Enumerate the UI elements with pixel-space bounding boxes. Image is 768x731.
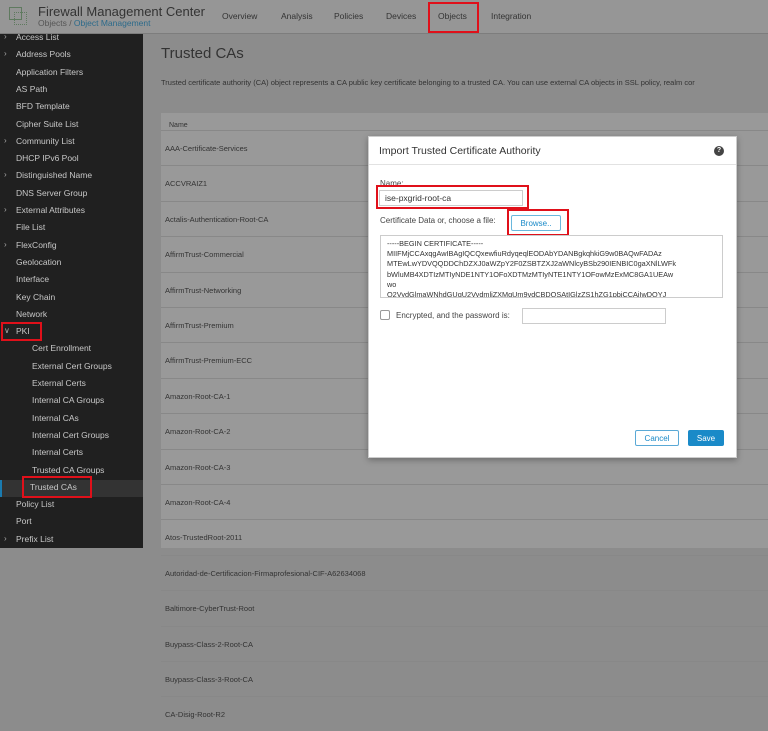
- cert-line: MTEwLwYDVQQDDChDZXJ0aWZpY2F0ZSBTZXJ2aWNl…: [387, 259, 676, 269]
- table-row[interactable]: Buypass-Class-3-Root-CA: [161, 661, 768, 696]
- table-row[interactable]: Baltimore-CyberTrust-Root: [161, 590, 768, 625]
- chevron-right-icon[interactable]: ›: [4, 240, 7, 249]
- highlight-box: [22, 475, 92, 498]
- sidebar-item[interactable]: Internal Cert Groups: [32, 430, 109, 440]
- sidebar-item[interactable]: Network: [16, 309, 47, 319]
- highlight-box: [1, 322, 42, 342]
- highlight-box: [428, 2, 479, 33]
- breadcrumb-separator: /: [66, 18, 74, 28]
- encrypted-checkbox[interactable]: [380, 310, 390, 320]
- sidebar-item[interactable]: Address Pools: [16, 49, 71, 59]
- import-trusted-ca-dialog: Import Trusted Certificate Authority ? N…: [368, 136, 737, 458]
- sidebar-item[interactable]: Community List: [16, 136, 75, 146]
- page-title: Trusted CAs: [161, 45, 244, 62]
- sidebar-item[interactable]: FlexConfig: [16, 240, 57, 250]
- page-description: Trusted certificate authority (CA) objec…: [161, 78, 695, 87]
- breadcrumb: Objects / Object Management: [38, 18, 150, 28]
- sidebar-item[interactable]: Interface: [16, 274, 49, 284]
- fmc-logo-icon: [9, 7, 29, 27]
- table-row[interactable]: Amazon-Root-CA-4: [161, 484, 768, 519]
- sidebar-item[interactable]: AS Path: [16, 84, 47, 94]
- table-row[interactable]: Buypass-Class-2-Root-CA: [161, 625, 768, 661]
- nav-analysis[interactable]: Analysis: [281, 11, 313, 21]
- sidebar-item[interactable]: External Attributes: [16, 205, 85, 215]
- encrypted-label: Encrypted, and the password is:: [396, 311, 510, 320]
- cert-line: wo: [387, 279, 397, 289]
- table-row[interactable]: CA-Disig-Root-R2: [161, 696, 768, 731]
- chevron-right-icon[interactable]: ›: [4, 136, 7, 145]
- sidebar-item[interactable]: Geolocation: [16, 257, 61, 267]
- sidebar-item[interactable]: Distinguished Name: [16, 170, 92, 180]
- cert-line: Q2VydGlmaWNhdGUgU2VydmljZXMgUm9vdCBDQSAt…: [387, 290, 667, 298]
- table-row[interactable]: Autoridad-de-Certificacion-Firmaprofesio…: [161, 554, 768, 590]
- top-header: Firewall Management Center Objects / Obj…: [0, 0, 768, 34]
- sidebar-item[interactable]: Trusted CA Groups: [32, 465, 104, 475]
- sidebar-item[interactable]: Internal Certs: [32, 447, 83, 457]
- sidebar-item[interactable]: External Cert Groups: [32, 361, 112, 371]
- sidebar-item[interactable]: DHCP IPv6 Pool: [16, 153, 79, 163]
- sidebar-item[interactable]: File List: [16, 222, 45, 232]
- sidebar-item[interactable]: Cipher Suite List: [16, 119, 78, 129]
- sidebar-item[interactable]: BFD Template: [16, 101, 70, 111]
- sidebar-item[interactable]: Cert Enrollment: [32, 343, 91, 353]
- save-button[interactable]: Save: [688, 430, 724, 446]
- nav-devices[interactable]: Devices: [386, 11, 416, 21]
- sidebar-item[interactable]: Access List: [16, 34, 59, 42]
- breadcrumb-object-management[interactable]: Object Management: [74, 18, 151, 28]
- nav-overview[interactable]: Overview: [222, 11, 257, 21]
- column-header-name[interactable]: Name: [169, 122, 188, 129]
- password-input[interactable]: [522, 308, 666, 324]
- sidebar-item[interactable]: Prefix List: [16, 534, 53, 544]
- breadcrumb-objects[interactable]: Objects: [38, 18, 67, 28]
- cert-line: MIIFMjCCAxqgAwIBAgIQCQxewfiuRdyqeqlEODAb…: [387, 249, 662, 259]
- sidebar-item[interactable]: Internal CA Groups: [32, 395, 104, 405]
- cert-line: -----BEGIN CERTIFICATE-----: [387, 239, 484, 248]
- chevron-right-icon[interactable]: ›: [4, 205, 7, 214]
- sidebar: Access List › Address Pools › Application Fi…: [0, 34, 143, 548]
- chevron-right-icon[interactable]: ›: [4, 49, 7, 58]
- sidebar-item[interactable]: Internal CAs: [32, 413, 79, 423]
- sidebar-item[interactable]: Application Filters: [16, 67, 83, 77]
- cert-line: bWluMB4XDTIzMTIyNDE1NTY1OFoXDTMzMTIyNTE1…: [387, 269, 674, 279]
- table-row[interactable]: Atos-TrustedRoot-2011: [161, 519, 768, 554]
- dialog-title: Import Trusted Certificate Authority: [369, 137, 736, 165]
- nav-integration[interactable]: Integration: [491, 11, 531, 21]
- chevron-right-icon[interactable]: ›: [4, 170, 7, 179]
- chevron-right-icon[interactable]: ›: [4, 34, 7, 41]
- sidebar-item[interactable]: Key Chain: [16, 292, 55, 302]
- sidebar-item[interactable]: Policy List: [16, 499, 54, 509]
- sidebar-item[interactable]: Port: [16, 516, 32, 526]
- cancel-button[interactable]: Cancel: [635, 430, 679, 446]
- nav-policies[interactable]: Policies: [334, 11, 363, 21]
- selected-indicator: [0, 480, 2, 497]
- highlight-box: [507, 209, 569, 236]
- highlight-box: [376, 185, 529, 209]
- app-title: Firewall Management Center: [38, 4, 205, 19]
- sidebar-item[interactable]: DNS Server Group: [16, 188, 87, 198]
- chevron-right-icon[interactable]: ›: [4, 534, 7, 543]
- help-icon[interactable]: ?: [714, 146, 724, 156]
- sidebar-item[interactable]: External Certs: [32, 378, 86, 388]
- cert-data-label: Certificate Data or, choose a file:: [380, 216, 496, 225]
- certificate-data-textarea[interactable]: -----BEGIN CERTIFICATE----- MIIFMjCCAxqgA…: [380, 235, 723, 298]
